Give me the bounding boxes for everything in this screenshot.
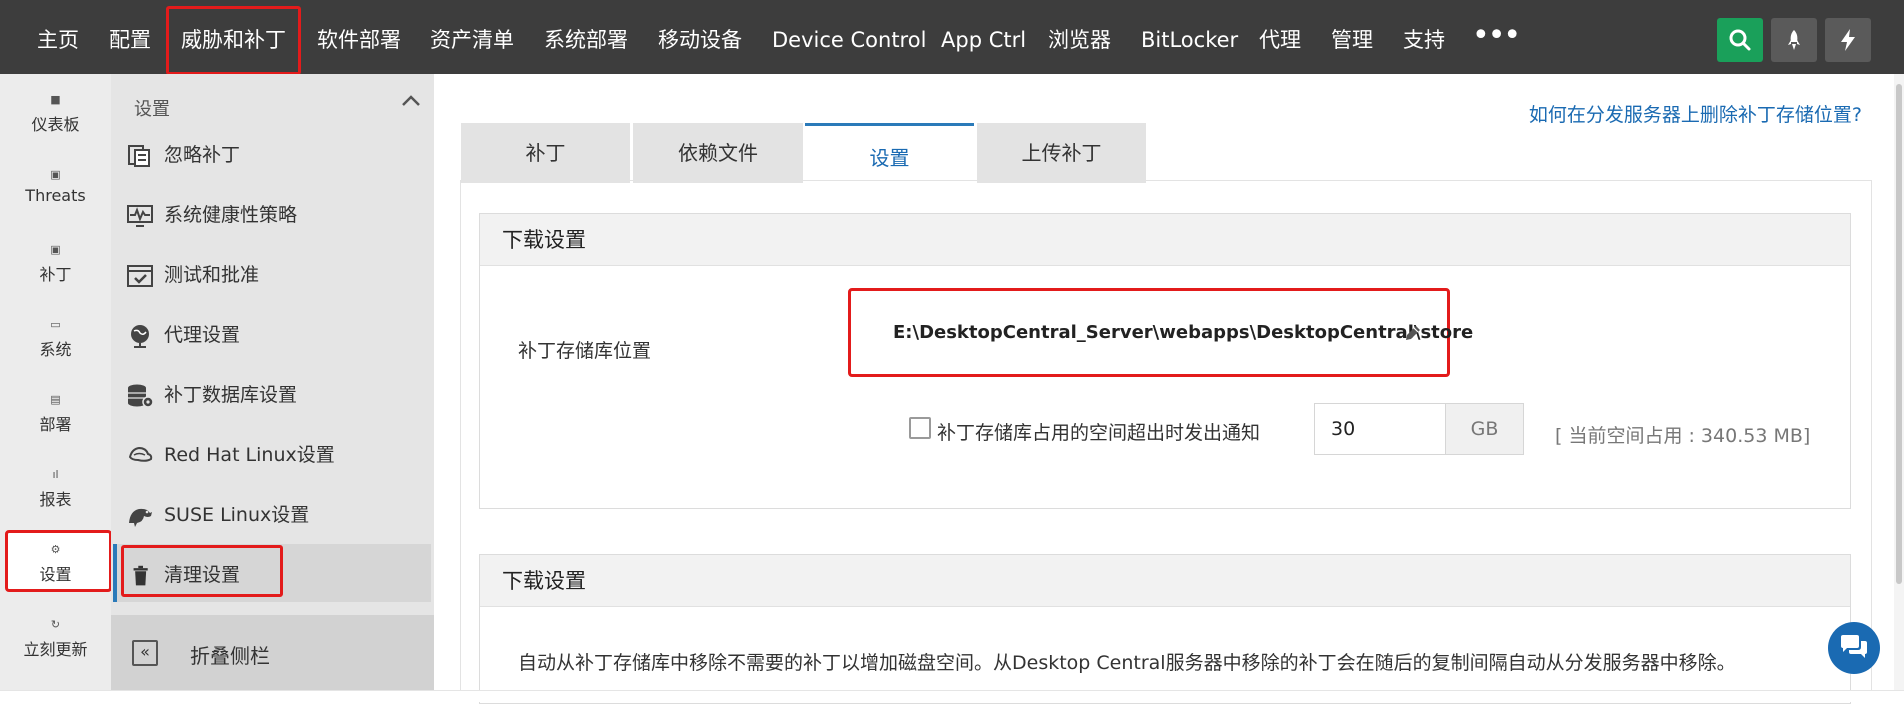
quick-actions-button[interactable] [1825,18,1871,62]
refresh-icon: ↻ [50,618,61,631]
nav-bitlocker[interactable]: BitLocker [1141,0,1238,74]
nav-device-control[interactable]: Device Control [772,0,926,74]
nav-admin[interactable]: 管理 [1331,0,1373,74]
nav-inventory[interactable]: 资产清单 [430,0,514,74]
rail-item-patch[interactable]: ▣ 补丁 [0,243,111,285]
proxy-globe-icon [131,324,149,348]
gear-icon: ⚙ [50,543,61,556]
collapse-sidebar-label[interactable]: 折叠侧栏 [190,640,270,669]
cleanup-description: 自动从补丁存储库中移除不需要的补丁以增加磁盘空间。从Desktop Centra… [518,652,1736,674]
health-monitor-icon [127,204,153,227]
rail-label: 设置 [39,565,72,584]
rail-item-system[interactable]: ▭ 系统 [0,318,111,360]
submenu-label: Red Hat Linux设置 [164,444,335,466]
help-link[interactable]: 如何在分发服务器上删除补丁存储位置? [1529,100,1862,127]
section-title: 下载设置 [480,214,1850,266]
left-icon-rail [0,74,111,690]
collapse-sidebar-bar[interactable] [111,615,434,690]
submenu-highlight-box [121,545,283,597]
submenu-item-redhat-settings[interactable]: Red Hat Linux设置 [126,440,335,469]
nav-browsers[interactable]: 浏览器 [1048,0,1111,74]
tab-dependencies[interactable]: 依赖文件 [633,123,803,183]
submenu-label: SUSE Linux设置 [164,504,310,526]
search-button[interactable] [1717,18,1763,62]
submenu-item-health-policy[interactable]: 系统健康性策略 [126,200,297,229]
repository-location-label: 补丁存储库位置 [518,340,652,362]
approve-icon [127,264,153,287]
cleanup-settings-section: 下载设置 [479,554,1851,704]
tab-patches[interactable]: 补丁 [461,123,630,183]
rail-label: 系统 [39,340,72,359]
submenu-label: 测试和批准 [164,264,260,286]
rail-label: 部署 [39,415,72,434]
submenu-item-suse-settings[interactable]: SUSE Linux设置 [126,500,309,529]
submenu-item-patch-db-settings[interactable]: 补丁数据库设置 [126,380,297,409]
submenu-item-test-approve[interactable]: 测试和批准 [126,260,259,289]
tab-settings[interactable]: 设置 [805,123,974,183]
repository-path-value: E:\DesktopCentral_Server\webapps\Desktop… [893,322,1474,343]
submenu-item-ignore-patch[interactable]: 忽略补丁 [126,140,240,169]
rail-label: 立刻更新 [23,640,88,659]
rail-label: Threats [25,186,86,205]
scroll-thumb[interactable] [1896,84,1902,584]
collapse-arrow-icon[interactable]: « [132,640,158,666]
chevron-up-icon[interactable] [400,92,422,108]
dashboard-icon: ■ [50,93,61,106]
threshold-unit: GB [1445,403,1524,455]
notify-threshold-checkbox[interactable] [909,417,931,439]
nav-agent[interactable]: 代理 [1259,0,1301,74]
rail-item-dashboard[interactable]: ■ 仪表板 [0,93,111,135]
report-icon: ıl [52,468,59,481]
rail-item-threats[interactable]: ▣ Threats [0,168,111,205]
chat-button[interactable] [1828,622,1880,674]
submenu-label: 代理设置 [164,324,241,346]
rail-label: 补丁 [39,265,72,284]
threshold-input[interactable]: 30 [1314,403,1445,455]
nav-configuration[interactable]: 配置 [109,0,151,74]
submenu-header: 设置 [134,99,170,120]
patch-icon: ▣ [50,243,61,256]
ignore-patch-icon [128,144,150,167]
more-dots-icon[interactable]: ••• [1472,21,1521,51]
system-icon: ▭ [50,318,61,331]
nav-app-ctrl[interactable]: App Ctrl [941,0,1026,74]
nav-highlight-box [166,6,301,75]
chat-bubble-icon [1841,635,1867,658]
rail-item-settings[interactable]: ⚙ 设置 [0,543,111,585]
nav-os-deployment[interactable]: 系统部署 [544,0,628,74]
threats-icon: ▣ [50,168,61,181]
notify-threshold-label[interactable]: 补丁存储库占用的空间超出时发出通知 [937,418,1260,445]
search-icon [1729,29,1751,51]
rail-label: 仪表板 [31,115,80,134]
section-title: 下载设置 [480,555,1850,607]
deploy-icon: ▤ [50,393,61,406]
quick-launch-button[interactable] [1771,18,1817,62]
suse-icon [129,508,152,527]
database-gear-icon [128,384,154,408]
vertical-scrollbar[interactable] [1894,74,1904,690]
rail-item-deploy[interactable]: ▤ 部署 [0,393,111,435]
submenu-label: 忽略补丁 [164,144,241,166]
bottom-edge [0,690,1904,702]
pencil-edit-icon[interactable] [1403,323,1423,343]
rail-item-reports[interactable]: ıl 报表 [0,468,111,510]
redhat-icon [128,446,153,462]
submenu-label: 补丁数据库设置 [164,384,298,406]
submenu-label: 系统健康性策略 [164,204,298,226]
rail-label: 报表 [39,490,72,509]
tab-upload-patch[interactable]: 上传补丁 [977,123,1146,183]
submenu-item-proxy-settings[interactable]: 代理设置 [126,320,240,349]
nav-mobile-devices[interactable]: 移动设备 [658,0,742,74]
nav-software-deployment[interactable]: 软件部署 [317,0,401,74]
lightning-icon [1841,29,1855,51]
current-usage-text: [ 当前空间占用 : 340.53 MB] [1555,425,1811,447]
nav-support[interactable]: 支持 [1403,0,1445,74]
rail-item-update-now[interactable]: ↻ 立刻更新 [0,618,111,660]
nav-home[interactable]: 主页 [37,0,79,74]
rocket-icon [1788,30,1800,50]
